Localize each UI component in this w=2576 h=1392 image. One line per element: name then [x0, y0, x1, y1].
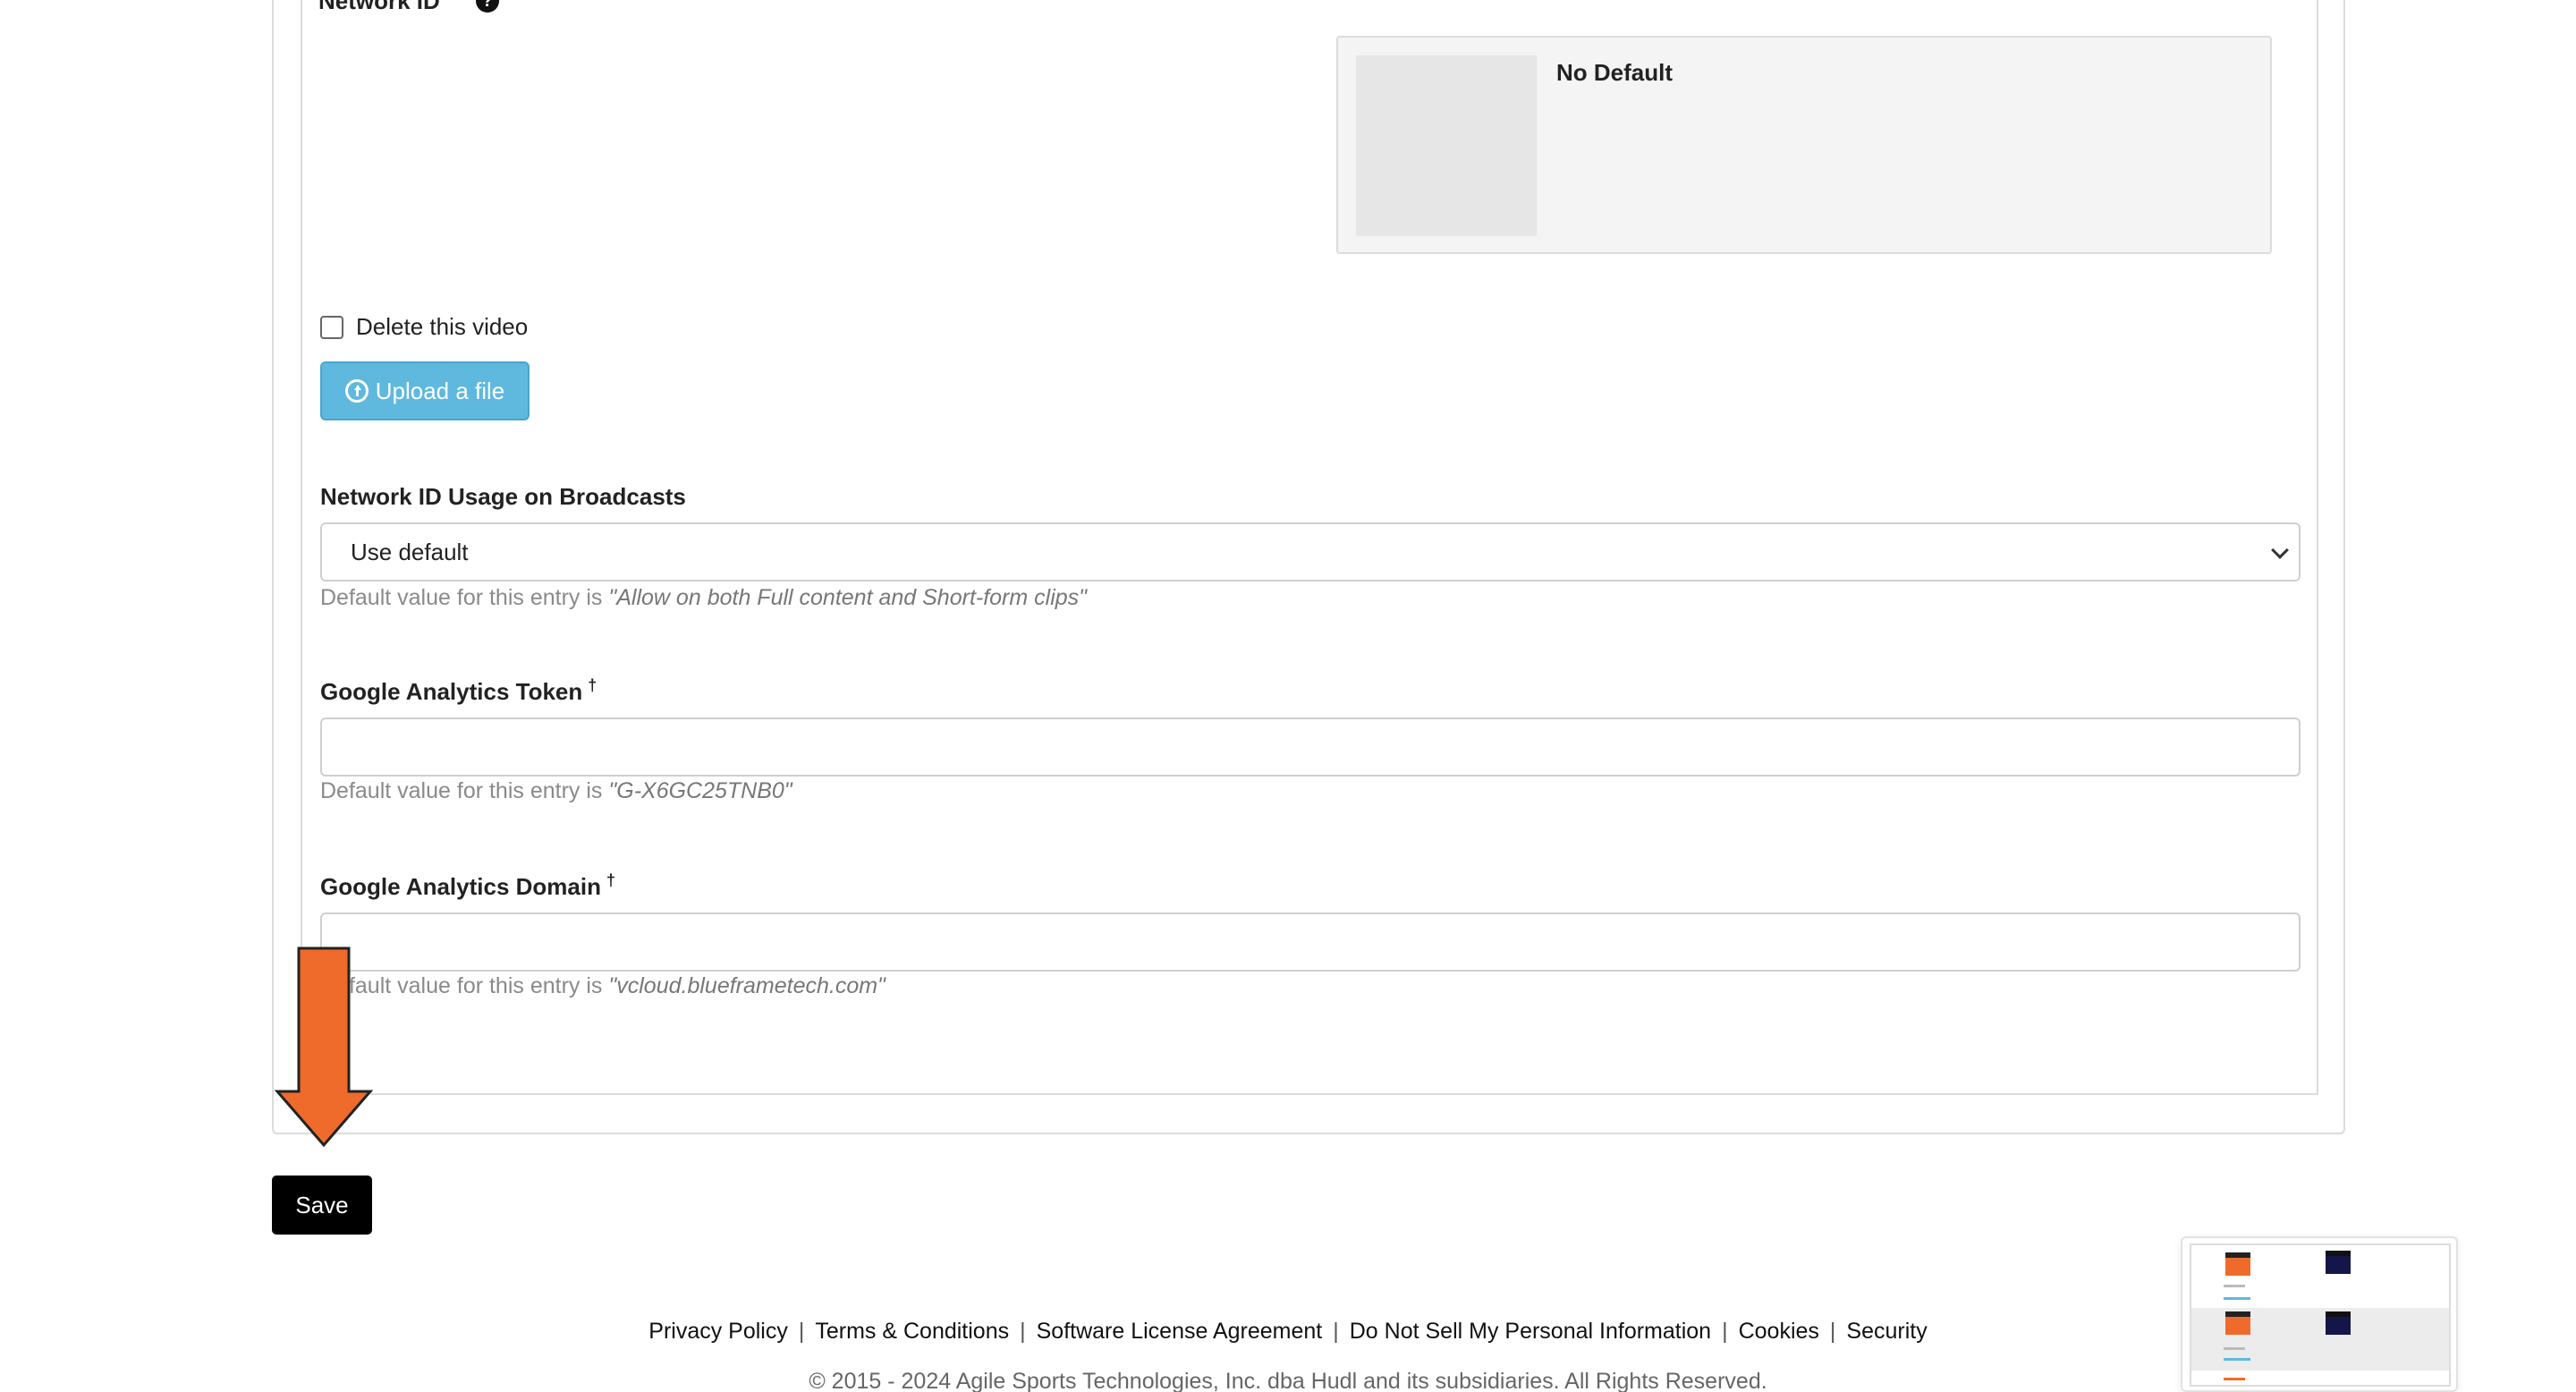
thumbnail-line	[2224, 1347, 2245, 1350]
hint-prefix: Default value for this entry is	[320, 585, 609, 610]
footer-separator: |	[1829, 1319, 1836, 1344]
network-id-usage-select[interactable]: Use default	[320, 522, 2301, 581]
footer-separator: |	[1333, 1319, 1339, 1344]
hint-prefix: Default value for this entry is	[320, 778, 609, 803]
thumbnail-line	[2224, 1358, 2250, 1361]
thumbnail-line	[2224, 1378, 2245, 1380]
footer-separator: |	[1020, 1319, 1026, 1344]
thumbnail-line	[2224, 1297, 2250, 1300]
thumbnail-tile	[2326, 1251, 2351, 1274]
footer-link-security[interactable]: Security	[1846, 1319, 1927, 1344]
network-id-preview: No Default	[1336, 36, 2272, 254]
thumbnail-row	[2191, 1308, 2449, 1371]
delete-video-checkbox[interactable]	[320, 315, 343, 339]
ga-token-input[interactable]	[320, 717, 2301, 777]
thumbnail-line	[2224, 1285, 2245, 1287]
hint-value: "G-X6GC25TNB0"	[608, 778, 792, 803]
thumbnail-tile	[2225, 1311, 2250, 1335]
ga-token-hint: Default value for this entry is "G-X6GC2…	[320, 778, 792, 804]
ga-domain-label-text: Google Analytics Domain	[320, 873, 601, 900]
thumbnail-tile	[2326, 1311, 2351, 1335]
ga-token-label-text: Google Analytics Token	[320, 678, 583, 705]
hint-value: "Allow on both Full content and Short-fo…	[608, 585, 1088, 610]
footer-separator: |	[798, 1319, 805, 1344]
network-id-usage-selected: Use default	[351, 539, 469, 565]
save-button[interactable]: Save	[272, 1176, 372, 1235]
delete-video-label[interactable]: Delete this video	[356, 313, 528, 341]
network-id-usage-hint: Default value for this entry is "Allow o…	[320, 585, 1087, 611]
footer-link-license[interactable]: Software License Agreement	[1037, 1319, 1323, 1344]
upload-file-label: Upload a file	[375, 377, 505, 404]
thumbnail-tile	[2225, 1252, 2250, 1276]
dagger-marker: †	[606, 871, 615, 889]
screenshot-thumbnail-preview[interactable]	[2181, 1236, 2458, 1392]
chevron-down-icon	[2271, 541, 2289, 559]
preview-thumbnail	[1356, 55, 1537, 236]
thumbnail-content	[2190, 1243, 2451, 1387]
upload-file-button[interactable]: Upload a file	[320, 361, 530, 420]
footer-separator: |	[1722, 1319, 1728, 1344]
footer-link-do-not-sell[interactable]: Do Not Sell My Personal Information	[1350, 1319, 1711, 1344]
thumbnail-row	[2191, 1245, 2449, 1304]
down-arrow-annotation-icon	[274, 946, 374, 1148]
delete-video-row[interactable]: Delete this video	[320, 313, 528, 341]
footer-link-cookies[interactable]: Cookies	[1739, 1319, 1819, 1344]
ga-token-label: Google Analytics Token †	[320, 676, 597, 706]
preview-title: No Default	[1556, 59, 1673, 86]
network-id-usage-label: Network ID Usage on Broadcasts	[320, 483, 686, 510]
ga-domain-input[interactable]	[320, 912, 2301, 972]
hint-value: "vcloud.blueframetech.com"	[608, 973, 886, 998]
ga-domain-hint: Default value for this entry is "vcloud.…	[320, 973, 886, 999]
footer-link-terms[interactable]: Terms & Conditions	[815, 1319, 1009, 1344]
network-id-label: Network ID	[318, 0, 440, 14]
footer-link-privacy[interactable]: Privacy Policy	[648, 1319, 788, 1344]
ga-domain-label: Google Analytics Domain †	[320, 871, 615, 901]
upload-circle-icon	[344, 379, 369, 403]
dagger-marker: †	[588, 676, 597, 694]
